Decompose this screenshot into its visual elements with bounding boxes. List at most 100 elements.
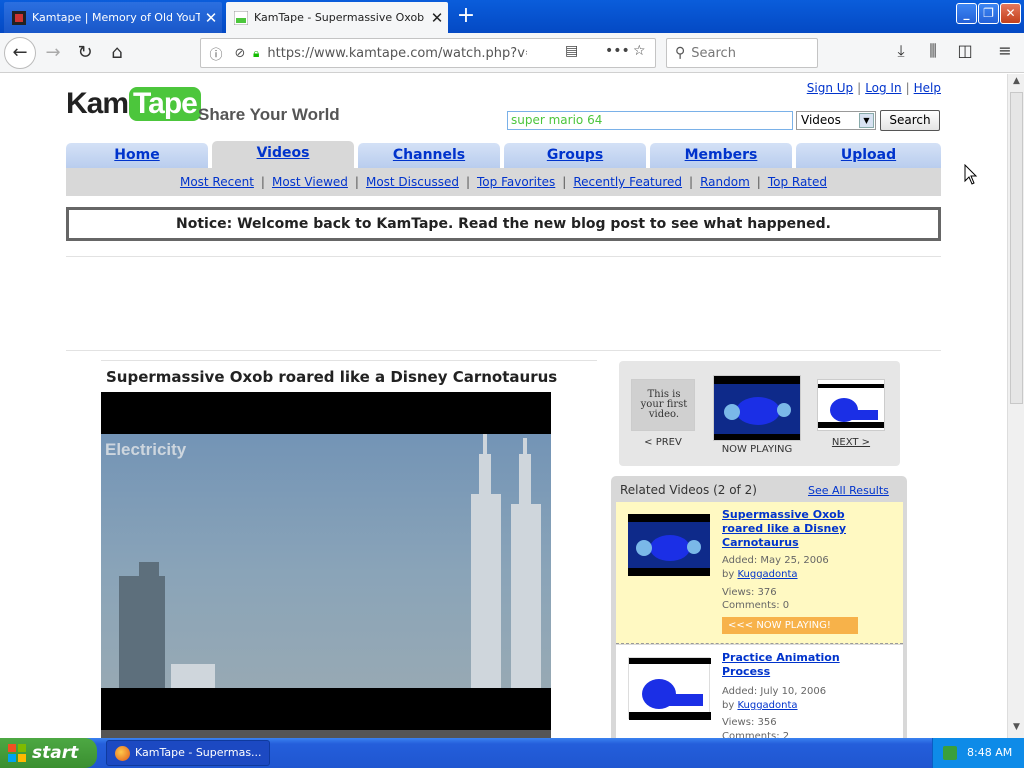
- related-video-item[interactable]: Supermassive Oxob roared like a Disney C…: [616, 502, 903, 644]
- related-video-title[interactable]: Supermassive Oxob roared like a Disney C…: [722, 508, 852, 550]
- tab-channels-label[interactable]: Channels: [393, 147, 465, 163]
- close-tab-2-icon[interactable]: ✕: [426, 9, 448, 27]
- tracking-protection-icon[interactable]: ⊘: [231, 46, 249, 61]
- scrollbar-thumb[interactable]: [1010, 92, 1023, 404]
- browser-tab-1[interactable]: Kamtape | Memory of Old YouTube ✕: [4, 2, 222, 33]
- related-video-thumbnail[interactable]: [628, 657, 711, 720]
- tab-upload[interactable]: Upload: [796, 143, 941, 168]
- now-playing-thumbnail[interactable]: [713, 375, 801, 441]
- page-scrollbar[interactable]: ▲ ▼: [1007, 74, 1024, 738]
- prev-video-thumbnail[interactable]: This is your first video.: [631, 379, 695, 431]
- log-in-link[interactable]: Log In: [865, 81, 901, 95]
- maximize-button[interactable]: ❐: [978, 3, 999, 24]
- arrow-right-icon: →: [45, 42, 61, 63]
- author-link[interactable]: Kuggadonta: [737, 569, 797, 580]
- tab-videos[interactable]: Videos: [212, 141, 354, 168]
- browser-titlebar: Kamtape | Memory of Old YouTube ✕ KamTap…: [0, 0, 1024, 33]
- taskbar-window-button[interactable]: KamTape - Supermas...: [106, 740, 270, 766]
- browser-tab-2-label: KamTape - Supermassive Oxob roared like …: [254, 11, 426, 24]
- mouse-cursor-icon: [964, 164, 978, 185]
- reload-button[interactable]: ↻: [70, 39, 100, 67]
- url-text[interactable]: https://www.kamtape.com/watch.php?v=1s: [267, 46, 527, 61]
- prev-link[interactable]: < PREV: [631, 437, 695, 448]
- related-video-item[interactable]: Practice Animation Process Added: July 1…: [616, 645, 903, 738]
- sub-nav-random[interactable]: Random: [700, 175, 750, 189]
- logo-tape-text: Tape: [129, 87, 201, 121]
- close-window-button[interactable]: ✕: [1000, 3, 1021, 24]
- separator: |: [465, 175, 471, 189]
- sub-nav-most-viewed[interactable]: Most Viewed: [272, 175, 348, 189]
- lock-icon[interactable]: 🔒︎: [253, 46, 259, 61]
- scroll-down-icon[interactable]: ▼: [1010, 722, 1023, 736]
- kamtape-logo[interactable]: Kam Tape: [66, 84, 201, 124]
- tab-home-label[interactable]: Home: [114, 147, 159, 163]
- site-search-input[interactable]: super mario 64: [507, 111, 793, 130]
- browser-tab-2[interactable]: KamTape - Supermassive Oxob roared like …: [226, 2, 448, 33]
- sub-nav-recently-featured[interactable]: Recently Featured: [573, 175, 682, 189]
- separator: |: [756, 175, 761, 189]
- related-video-added: Added: May 25, 2006: [722, 555, 829, 566]
- tab-groups-label[interactable]: Groups: [547, 147, 603, 163]
- scroll-up-icon[interactable]: ▲: [1010, 76, 1023, 90]
- separator: |: [857, 81, 862, 95]
- related-video-byline: by Kuggadonta: [722, 699, 798, 713]
- info-icon[interactable]: ⓘ: [207, 44, 225, 63]
- sub-nav-most-recent[interactable]: Most Recent: [180, 175, 254, 189]
- start-button[interactable]: start: [0, 738, 97, 768]
- back-button[interactable]: ←: [4, 37, 36, 69]
- library-icon[interactable]: ⫼: [922, 41, 944, 61]
- divider: [66, 350, 941, 351]
- home-button[interactable]: ⌂: [102, 39, 132, 67]
- bookmark-star-icon[interactable]: ☆: [633, 43, 646, 59]
- tab-home[interactable]: Home: [66, 143, 208, 168]
- next-video-thumbnail[interactable]: [817, 379, 885, 431]
- see-all-results-link[interactable]: See All Results: [808, 484, 889, 497]
- new-tab-button[interactable]: +: [453, 4, 479, 30]
- menu-icon[interactable]: ≡: [994, 41, 1016, 60]
- help-link[interactable]: Help: [914, 81, 941, 95]
- video-controls[interactable]: [101, 730, 551, 738]
- forward-button[interactable]: →: [38, 39, 68, 67]
- tab-channels[interactable]: Channels: [358, 143, 500, 168]
- close-tab-1-icon[interactable]: ✕: [200, 9, 222, 27]
- related-video-thumbnail[interactable]: [628, 514, 710, 576]
- browser-search-field[interactable]: ⚲ Search: [666, 38, 818, 68]
- minimize-button[interactable]: _: [956, 3, 977, 24]
- related-video-title[interactable]: Practice Animation Process: [722, 651, 852, 679]
- related-video-added: Added: July 10, 2006: [722, 686, 827, 697]
- chevron-down-icon[interactable]: ▼: [859, 113, 874, 128]
- now-playing-badge: <<< NOW PLAYING!: [722, 617, 858, 634]
- url-bar[interactable]: ⓘ ⊘ 🔒︎ https://www.kamtape.com/watch.php…: [200, 38, 656, 68]
- sub-nav-most-discussed[interactable]: Most Discussed: [366, 175, 459, 189]
- video-tower: [511, 504, 541, 688]
- video-navigation: This is your first video. < PREV NOW PLA…: [619, 361, 900, 466]
- video-title: Supermassive Oxob roared like a Disney C…: [106, 368, 558, 386]
- related-video-comments: Comments: 2: [722, 731, 790, 738]
- tab-videos-label[interactable]: Videos: [257, 145, 310, 161]
- related-videos-panel: Related Videos (2 of 2) See All Results …: [611, 476, 907, 738]
- tab-upload-label[interactable]: Upload: [841, 147, 896, 163]
- reader-view-icon[interactable]: ▤: [565, 43, 578, 59]
- clock[interactable]: 8:48 AM: [967, 738, 1012, 768]
- thumb-art: [714, 384, 800, 434]
- related-video-views: Views: 356: [722, 717, 777, 728]
- sidebar-icon[interactable]: ◫: [954, 41, 976, 60]
- reload-icon: ↻: [77, 42, 93, 63]
- search-scope-select[interactable]: Videos ▼: [796, 111, 876, 130]
- downloads-icon[interactable]: ⤓: [890, 41, 912, 61]
- sub-nav-top-favorites[interactable]: Top Favorites: [477, 175, 555, 189]
- page-viewport: Kam Tape Share Your World Sign Up | Log In…: [0, 74, 1007, 738]
- tab-members-label[interactable]: Members: [685, 147, 758, 163]
- next-link[interactable]: NEXT >: [817, 437, 885, 448]
- separator: |: [689, 175, 694, 189]
- author-link[interactable]: Kuggadonta: [737, 700, 797, 711]
- sign-up-link[interactable]: Sign Up: [807, 81, 853, 95]
- network-icon[interactable]: [943, 746, 957, 760]
- tab-members[interactable]: Members: [650, 143, 792, 168]
- site-search-button[interactable]: Search: [880, 110, 940, 131]
- tab-groups[interactable]: Groups: [504, 143, 646, 168]
- sub-nav-top-rated[interactable]: Top Rated: [768, 175, 827, 189]
- video-player[interactable]: Electricity: [101, 392, 551, 738]
- video-tower: [523, 438, 527, 456]
- page-actions-icon[interactable]: •••: [605, 43, 630, 59]
